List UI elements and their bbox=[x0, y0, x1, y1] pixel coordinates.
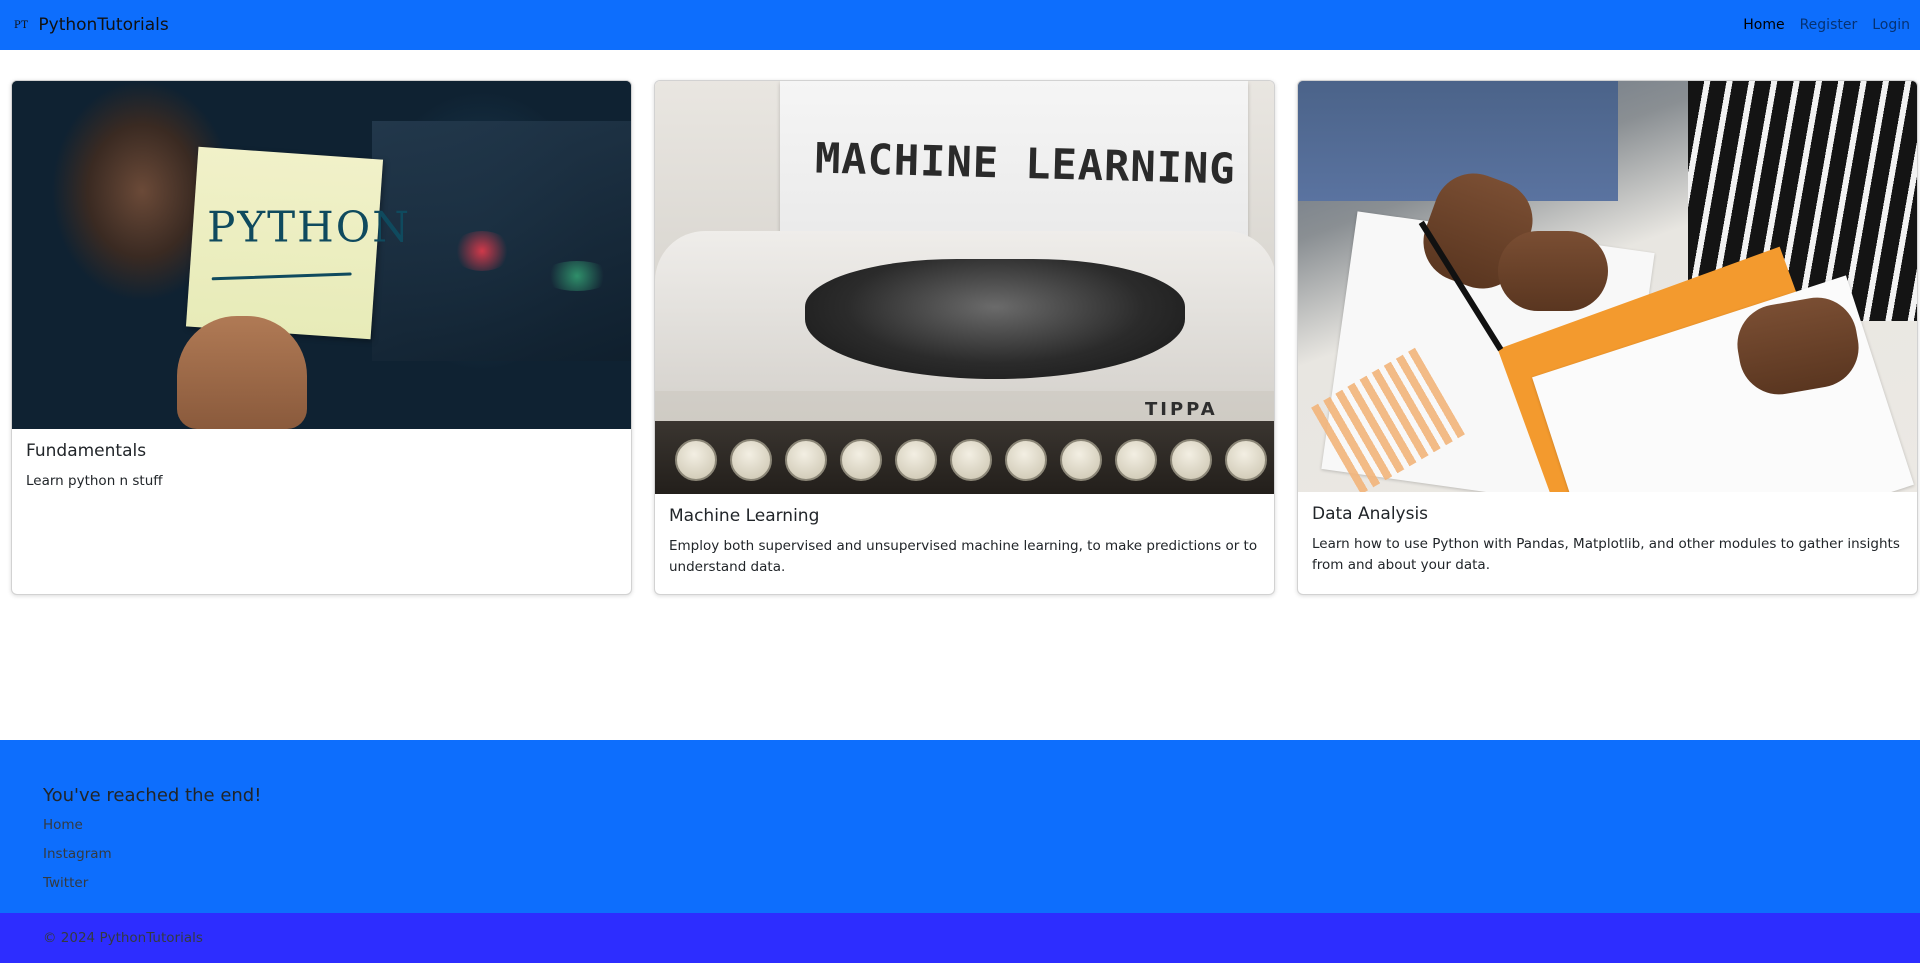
typewriter-key bbox=[1005, 439, 1047, 481]
card-body: Fundamentals Learn python n stuff bbox=[12, 429, 631, 504]
course-cards: PYTHON Fundamentals Learn python n stuff… bbox=[11, 80, 1920, 595]
footer-link-home[interactable]: Home bbox=[43, 815, 112, 836]
footer-link-twitter[interactable]: Twitter bbox=[43, 873, 112, 894]
typewriter-key bbox=[950, 439, 992, 481]
card-data-analysis[interactable]: Data Analysis Learn how to use Python wi… bbox=[1297, 80, 1918, 595]
card-title: Fundamentals bbox=[26, 441, 147, 461]
typewriter-key bbox=[1225, 439, 1267, 481]
card-image-data-analysis bbox=[1298, 81, 1917, 492]
card-fundamentals[interactable]: PYTHON Fundamentals Learn python n stuff bbox=[11, 80, 632, 595]
nav-links: Home Register Login bbox=[1743, 17, 1910, 33]
copyright-bar: © 2024 PythonTutorials bbox=[0, 913, 1920, 963]
image-bokeh-red bbox=[452, 231, 512, 271]
card-title: Data Analysis bbox=[1312, 504, 1429, 524]
card-machine-learning[interactable]: MACHINE LEARNING TIPPA Machine Learning … bbox=[654, 80, 1275, 595]
sticky-note-text: PYTHON bbox=[207, 202, 411, 252]
copyright-text: © 2024 PythonTutorials bbox=[43, 930, 203, 946]
nav-link-login[interactable]: Login bbox=[1872, 17, 1910, 33]
typewriter-key bbox=[730, 439, 772, 481]
card-body: Data Analysis Learn how to use Python wi… bbox=[1298, 492, 1917, 588]
typewriter-key bbox=[1170, 439, 1212, 481]
card-body: Machine Learning Employ both supervised … bbox=[655, 494, 1274, 590]
typewriter-typebars bbox=[805, 259, 1185, 379]
card-title: Machine Learning bbox=[669, 506, 820, 526]
typewriter-key bbox=[840, 439, 882, 481]
footer: You've reached the end! Home Instagram T… bbox=[0, 740, 1920, 913]
sticky-note-underline bbox=[211, 272, 352, 281]
nav-link-register[interactable]: Register bbox=[1800, 17, 1858, 33]
typewriter-brand: TIPPA bbox=[1145, 399, 1218, 420]
image-bokeh-green bbox=[542, 261, 612, 291]
card-text: Learn python n stuff bbox=[26, 473, 163, 489]
footer-link-instagram[interactable]: Instagram bbox=[43, 844, 112, 865]
card-text: Learn how to use Python with Pandas, Mat… bbox=[1312, 536, 1900, 573]
typewriter-key bbox=[675, 439, 717, 481]
image-hand bbox=[1498, 231, 1608, 311]
brand-name: PythonTutorials bbox=[38, 15, 169, 35]
typewriter-key bbox=[895, 439, 937, 481]
brand-link[interactable]: PT PythonTutorials bbox=[14, 15, 169, 35]
sticky-note: PYTHON bbox=[185, 146, 411, 340]
nav-link-home[interactable]: Home bbox=[1743, 17, 1784, 33]
card-image-typewriter: MACHINE LEARNING TIPPA bbox=[655, 81, 1274, 494]
footer-title: You've reached the end! bbox=[43, 785, 262, 806]
footer-links: Home Instagram Twitter bbox=[43, 815, 112, 894]
card-image-python: PYTHON bbox=[12, 81, 631, 429]
card-text: Employ both supervised and unsupervised … bbox=[669, 538, 1258, 575]
typewriter-key bbox=[1115, 439, 1157, 481]
navbar: PT PythonTutorials Home Register Login bbox=[0, 0, 1920, 50]
typewriter-key bbox=[1060, 439, 1102, 481]
brand-logo: PT bbox=[14, 19, 29, 31]
image-hand bbox=[177, 316, 307, 429]
typewriter-key bbox=[785, 439, 827, 481]
